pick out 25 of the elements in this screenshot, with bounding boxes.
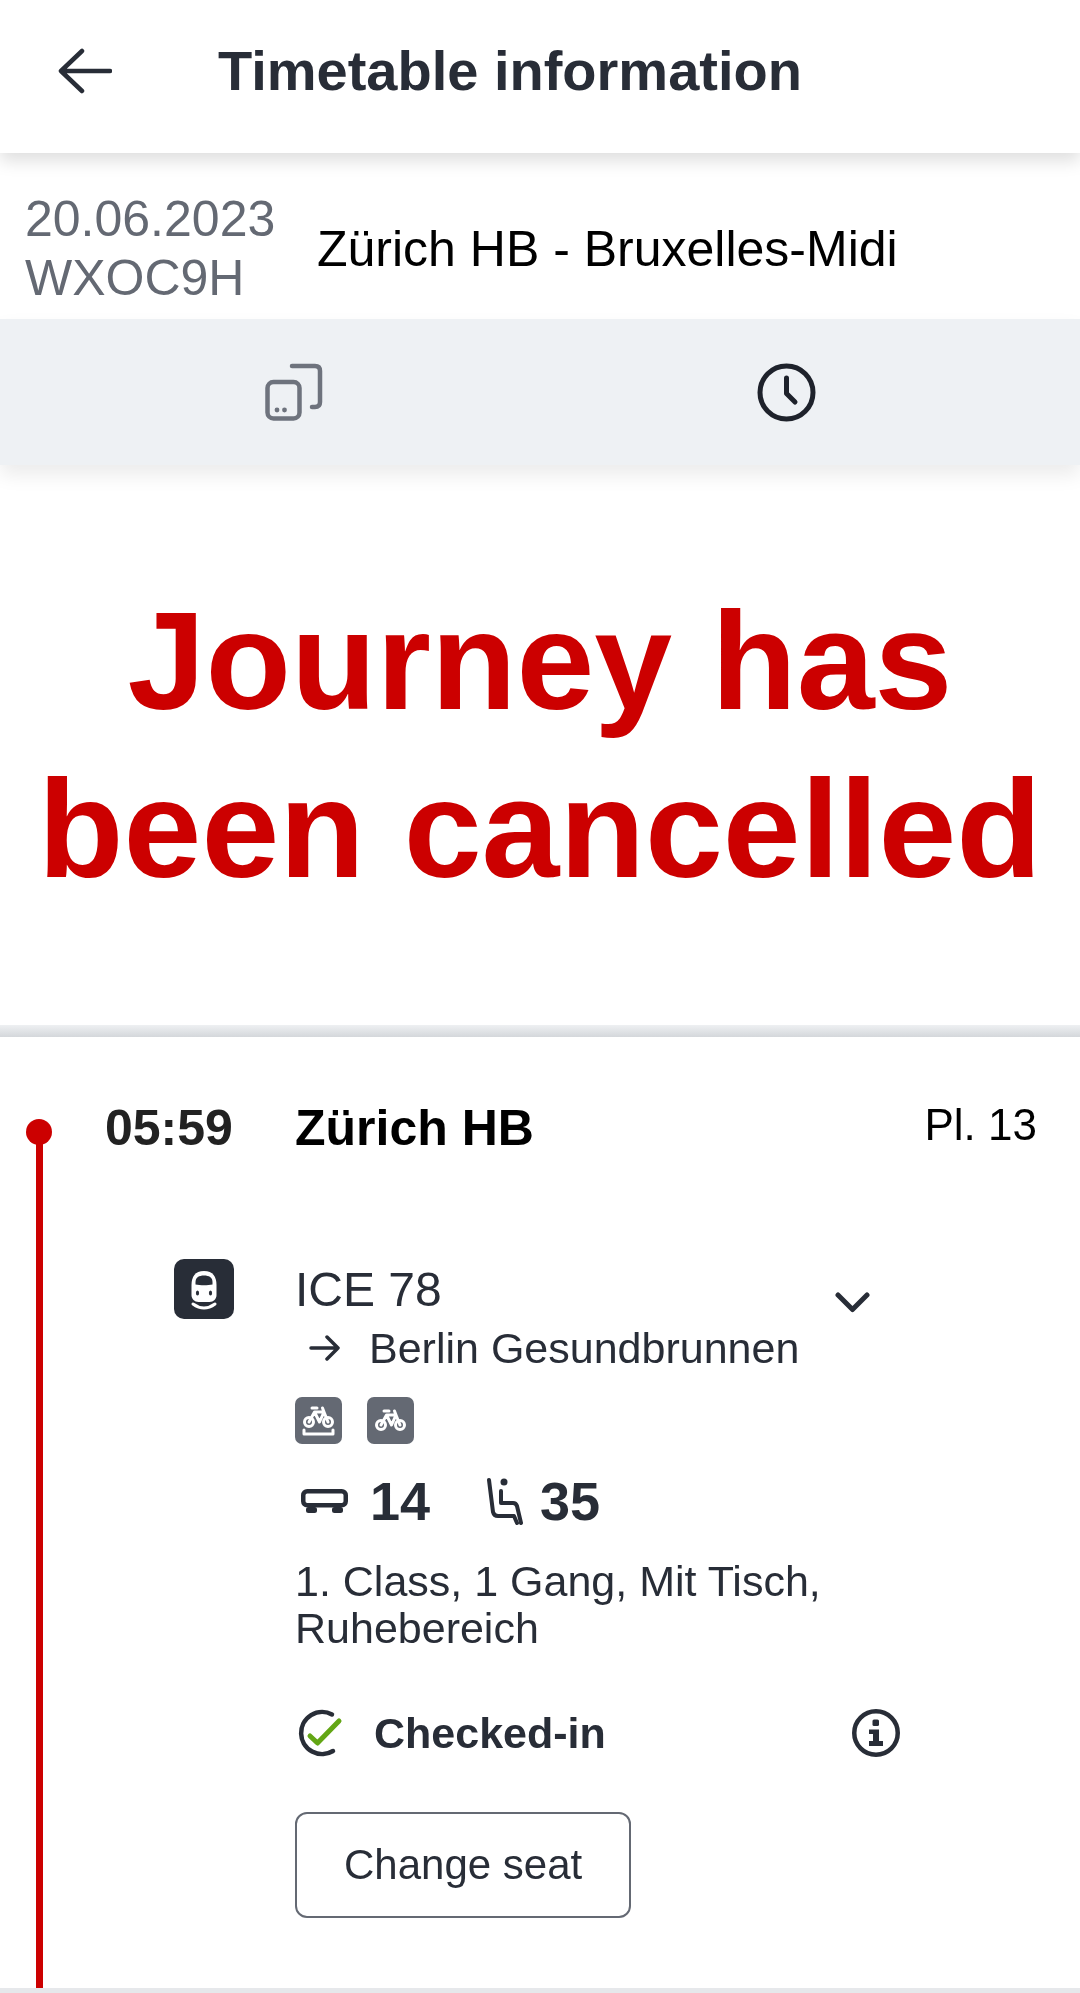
train-name: ICE 78	[295, 1262, 442, 1318]
bicycle-platform-icon	[295, 1397, 342, 1444]
back-arrow-icon	[58, 47, 112, 94]
chevron-down-icon[interactable]	[835, 1292, 870, 1313]
station-name: Zürich HB	[295, 1099, 535, 1157]
platform-label: Pl. 13	[924, 1100, 1037, 1150]
checkin-status: Checked-in	[374, 1708, 606, 1758]
departure-time: 05:59	[104, 1099, 234, 1157]
screen-title: Timetable information	[218, 37, 802, 104]
change-seat-button[interactable]: Change seat	[295, 1812, 632, 1918]
bicycle-icon	[367, 1397, 414, 1444]
info-icon[interactable]	[852, 1709, 900, 1757]
train-icon	[174, 1259, 234, 1319]
seat-icon	[486, 1477, 525, 1525]
train-destination: Berlin Gesundbrunnen	[369, 1323, 800, 1373]
stop-marker-icon	[26, 1119, 52, 1145]
booking-date: 20.06.2023	[25, 190, 277, 249]
coach-number: 14	[370, 1477, 431, 1525]
cancellation-message: Journey has been cancelled	[37, 581, 1043, 909]
route-title: Zürich HB - Bruxelles-Midi	[317, 220, 898, 278]
seat-details: 1. Class, 1 Gang, Mit Tisch, Ruhebereich	[295, 1558, 822, 1652]
arrow-right-icon	[309, 1335, 341, 1361]
coach-icon	[301, 1488, 348, 1514]
seat-number: 35	[540, 1477, 601, 1525]
booking-reference: WXOC9H	[25, 249, 246, 308]
